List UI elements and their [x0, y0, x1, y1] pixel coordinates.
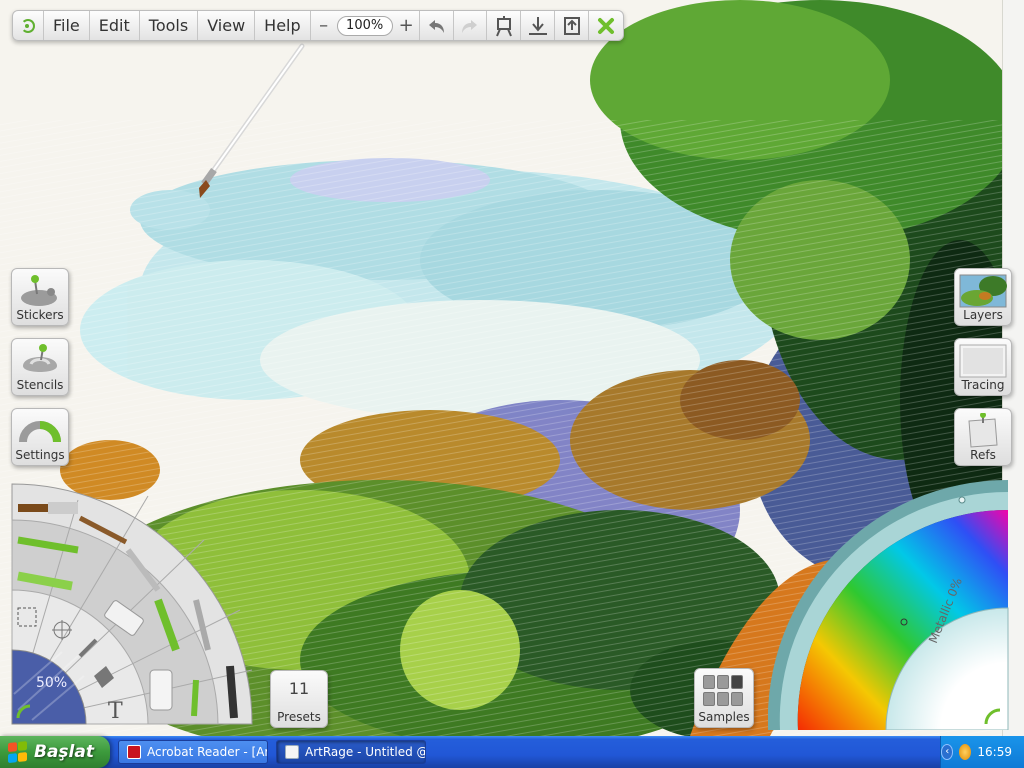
settings-icon	[19, 421, 61, 443]
main-toolbar: File Edit Tools View Help – 100% +	[12, 10, 624, 41]
clock[interactable]: 16:59	[977, 745, 1012, 759]
stencils-label: Stencils	[16, 378, 64, 392]
artrage-logo-icon	[21, 18, 35, 33]
layers-label: Layers	[963, 308, 1003, 322]
easel-icon	[495, 15, 512, 36]
tracing-label: Tracing	[961, 378, 1005, 392]
menu-help[interactable]: Help	[255, 11, 311, 40]
redo-button[interactable]	[454, 11, 488, 40]
settings-pod[interactable]: Settings	[11, 408, 69, 466]
canvas-settings-button[interactable]	[487, 11, 522, 40]
refs-label: Refs	[970, 448, 996, 462]
presets-pod[interactable]: 11 Presets	[270, 670, 328, 728]
brush-cursor-icon	[199, 43, 305, 198]
samples-label: Samples	[698, 710, 750, 724]
artrage-app-icon	[285, 745, 299, 759]
zoom-control: – 100% +	[311, 11, 420, 40]
redo-icon	[462, 19, 477, 33]
stickers-pod[interactable]: Stickers	[11, 268, 69, 326]
start-button[interactable]: Başlat	[0, 736, 110, 768]
paint-roller-tool[interactable]	[149, 669, 173, 711]
layers-pod[interactable]: Layers	[954, 268, 1012, 326]
acrobat-icon	[127, 745, 141, 759]
menu-edit[interactable]: Edit	[90, 11, 140, 40]
import-button[interactable]	[521, 11, 556, 40]
taskbar-item-label: Acrobat Reader - [Ar...	[147, 745, 268, 759]
opacity-value: 50%	[36, 675, 68, 691]
svg-text:T: T	[108, 699, 123, 724]
zoom-level[interactable]: 100%	[336, 15, 393, 36]
start-label: Başlat	[34, 742, 94, 762]
stickers-icon	[21, 275, 57, 306]
zoom-in-button[interactable]: +	[399, 15, 414, 36]
stickers-label: Stickers	[16, 308, 64, 322]
samples-grid-icon	[703, 675, 747, 707]
close-button[interactable]	[589, 11, 623, 40]
tracing-pod[interactable]: Tracing	[954, 338, 1012, 396]
ink-pen-tool[interactable]	[226, 665, 238, 719]
artrage-logo-button[interactable]	[13, 11, 44, 40]
taskbar-item-artrage[interactable]: ArtRage - Untitled @	[276, 740, 426, 764]
menu-tools[interactable]: Tools	[140, 11, 199, 40]
refs-pin-icon	[968, 413, 998, 448]
samples-pod[interactable]: Samples	[694, 668, 754, 728]
layers-thumbnail-icon	[959, 274, 1007, 308]
export-button[interactable]	[555, 11, 590, 40]
text-tool[interactable]: T	[108, 699, 123, 724]
windows-logo-icon	[8, 741, 28, 763]
taskbar-item-label: ArtRage - Untitled @	[305, 745, 426, 759]
presets-count: 11	[288, 679, 310, 698]
import-icon	[528, 16, 547, 35]
tracing-icon	[959, 344, 1007, 378]
zoom-out-button[interactable]: –	[317, 15, 331, 36]
close-icon	[598, 17, 615, 34]
settings-label: Settings	[15, 448, 65, 462]
tray-expand-icon[interactable]: ‹	[941, 744, 954, 760]
stencils-pod[interactable]: Stencils	[11, 338, 69, 396]
tool-picker-wheel[interactable]: T	[8, 480, 258, 730]
menu-file[interactable]: File	[44, 11, 90, 40]
refs-pod[interactable]: Refs	[954, 408, 1012, 466]
export-icon	[563, 16, 580, 35]
undo-button[interactable]	[420, 11, 454, 40]
menu-view[interactable]: View	[198, 11, 256, 40]
color-picker[interactable]	[768, 480, 1012, 730]
stencils-icon	[23, 344, 57, 372]
tray-app-icon[interactable]	[959, 744, 972, 760]
system-tray: ‹ 16:59	[940, 736, 1024, 768]
taskbar-item-acrobat[interactable]: Acrobat Reader - [Ar...	[118, 740, 268, 764]
pen-tool[interactable]	[191, 679, 199, 717]
windows-taskbar: Başlat Acrobat Reader - [Ar... ArtRage -…	[0, 736, 1024, 768]
undo-icon	[429, 19, 445, 33]
presets-label: Presets	[277, 710, 321, 724]
